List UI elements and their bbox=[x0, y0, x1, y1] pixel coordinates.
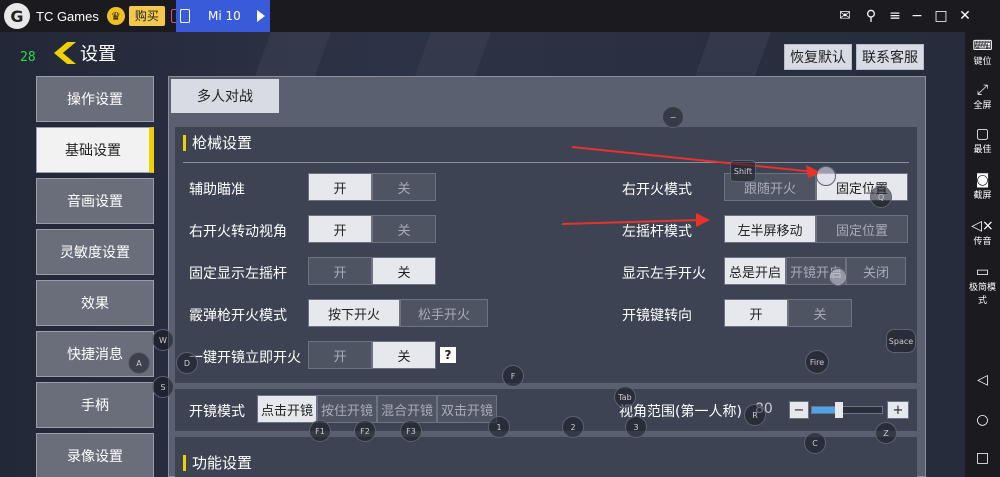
key-mapping[interactable]: F2 bbox=[354, 420, 376, 442]
key-mapping[interactable]: Z bbox=[875, 422, 897, 444]
key-mapping[interactable]: A bbox=[128, 352, 150, 374]
message-icon[interactable]: ✉ bbox=[832, 0, 858, 32]
fullscreen-button[interactable]: ⤢ 全屏 bbox=[965, 82, 1000, 111]
key-mapping[interactable]: D bbox=[176, 352, 198, 374]
touch-point bbox=[816, 166, 836, 186]
best-size-button[interactable]: ▢ 最佳 bbox=[965, 126, 1000, 155]
key-mapping[interactable]: Shift bbox=[730, 160, 756, 182]
key-mapping[interactable]: F1 bbox=[309, 420, 331, 442]
voice-button[interactable]: ◁× 传音 bbox=[965, 218, 1000, 247]
key-mapping[interactable]: Space bbox=[886, 329, 916, 353]
android-recents-icon[interactable]: □ bbox=[965, 450, 1000, 466]
play-icon[interactable] bbox=[256, 10, 265, 22]
key-mapping[interactable]: F3 bbox=[400, 420, 422, 442]
fullscreen-icon: ⤢ bbox=[976, 82, 989, 98]
device-tab-label: Mi 10 bbox=[208, 9, 241, 23]
android-back-icon[interactable]: ◁ bbox=[965, 372, 1000, 388]
tcgames-logo-icon: G bbox=[4, 3, 30, 29]
app-name: TC Games bbox=[36, 8, 99, 24]
key-mapping[interactable]: Tab bbox=[614, 386, 636, 408]
android-home-icon[interactable]: ○ bbox=[965, 412, 1000, 428]
key-mapping[interactable]: Fire bbox=[805, 350, 829, 374]
touch-point bbox=[829, 268, 847, 286]
screenshot-button[interactable]: ◙ 截屏 bbox=[965, 172, 1000, 201]
game-screen: 28 设置 恢复默认 联系客服 操作设置 基础设置 音画设置 灵敏度设置 效果 … bbox=[0, 32, 965, 477]
phone-icon bbox=[180, 9, 190, 23]
annotation-arrows bbox=[561, 146, 822, 227]
close-icon[interactable]: ✕ bbox=[952, 0, 978, 32]
keymap-button[interactable]: ⌨ 键位 bbox=[965, 38, 1000, 67]
minimize-icon[interactable]: − bbox=[904, 0, 930, 32]
key-mapping[interactable]: Q bbox=[870, 186, 892, 208]
camera-icon: ◙ bbox=[975, 172, 990, 188]
minimal-mode-button[interactable]: ▭ 极简模式 bbox=[965, 264, 1000, 306]
key-mapping[interactable]: 2 bbox=[562, 416, 584, 438]
right-toolbar: ⌨ 键位 ⤢ 全屏 ▢ 最佳 ◙ 截屏 ◁× 传音 ▭ 极简模式 ◁ ○ □ bbox=[965, 32, 1000, 477]
vip-crown-icon[interactable]: ♛ bbox=[106, 7, 125, 25]
key-mapping[interactable]: C bbox=[804, 432, 826, 454]
minimal-mode-icon: ▭ bbox=[975, 264, 990, 280]
key-mapping[interactable]: 3 bbox=[625, 416, 647, 438]
maximize-icon[interactable]: □ bbox=[928, 0, 954, 32]
key-mapping[interactable]: F bbox=[502, 365, 524, 387]
speaker-icon: ◁× bbox=[971, 218, 994, 234]
key-mapping[interactable]: W bbox=[152, 329, 174, 351]
key-mapping[interactable]: S bbox=[152, 376, 174, 398]
key-mapping[interactable]: 1 bbox=[488, 416, 510, 438]
key-mapping[interactable]: − bbox=[662, 106, 684, 128]
buy-button[interactable]: 购买 bbox=[128, 6, 165, 26]
key-mapping[interactable]: R bbox=[744, 404, 766, 426]
best-size-icon: ▢ bbox=[975, 126, 990, 142]
keyboard-icon: ⌨ bbox=[972, 38, 993, 54]
device-tab[interactable]: Mi 10 bbox=[176, 0, 270, 32]
pin-icon[interactable]: ⚲ bbox=[858, 0, 884, 32]
